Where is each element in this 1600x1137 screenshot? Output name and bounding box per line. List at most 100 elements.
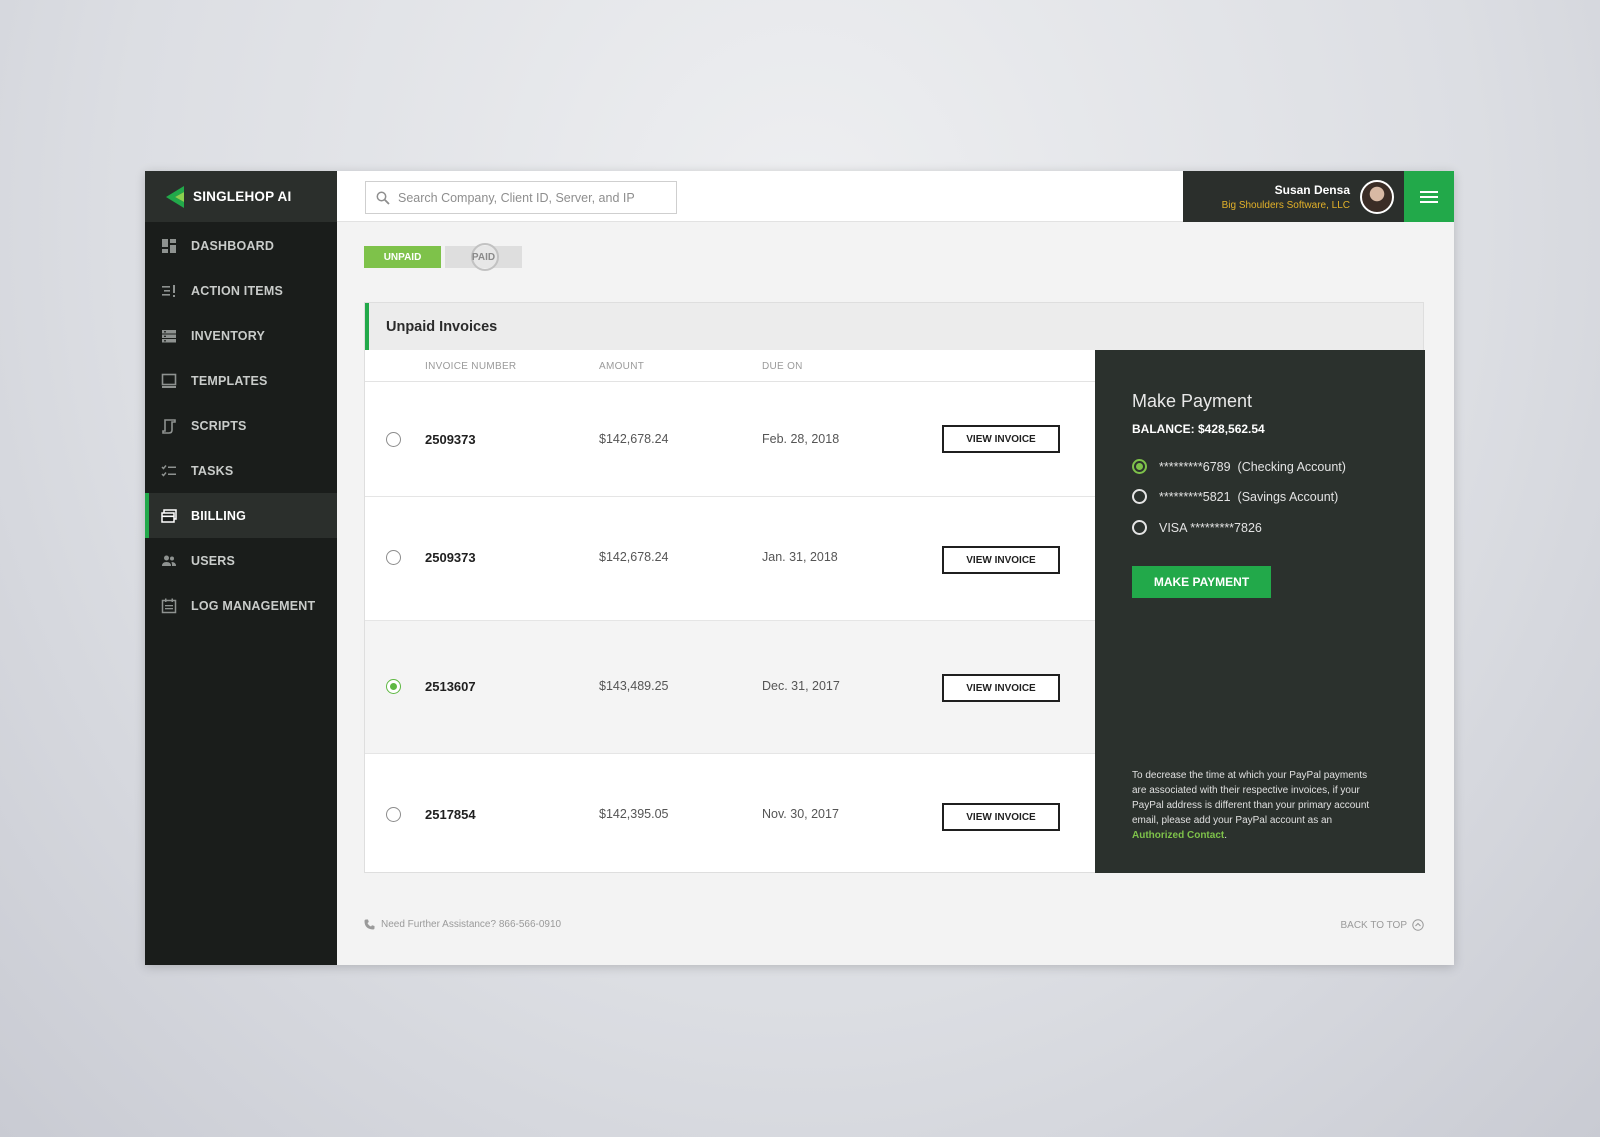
avatar[interactable] (1360, 179, 1394, 214)
payment-option-label: *********5821 (Savings Account) (1159, 489, 1339, 504)
brand-name: SINGLEHOP AI (193, 189, 292, 204)
hamburger-menu-button[interactable] (1404, 171, 1454, 222)
sidebar-item-label: TASKS (191, 463, 234, 478)
tab-paid-label: PAID (471, 251, 496, 263)
user-info: Susan Densa Big Shoulders Software, LLC (1222, 183, 1350, 211)
tasks-icon (161, 463, 177, 479)
invoice-due-date: Jan. 31, 2018 (762, 550, 838, 564)
invoice-amount: $142,395.05 (599, 807, 669, 821)
view-invoice-button[interactable]: VIEW INVOICE (942, 674, 1060, 702)
search-icon (376, 191, 390, 205)
sidebar-item-scripts[interactable]: SCRIPTS (145, 403, 337, 448)
user-profile[interactable]: Susan Densa Big Shoulders Software, LLC (1183, 171, 1404, 222)
inventory-icon (161, 328, 177, 344)
payment-option-visa[interactable]: VISA *********7826 (1132, 520, 1262, 535)
chevron-up-circle-icon (1412, 919, 1424, 931)
table-row[interactable]: 2517854 $142,395.05 Nov. 30, 2017 VIEW I… (365, 754, 1095, 872)
sidebar-item-label: SCRIPTS (191, 418, 247, 433)
paypal-note: To decrease the time at which your PayPa… (1132, 768, 1372, 843)
sidebar-item-label: INVENTORY (191, 328, 266, 343)
billing-icon (161, 508, 177, 524)
view-invoice-button[interactable]: VIEW INVOICE (942, 546, 1060, 574)
row-radio[interactable] (386, 679, 401, 694)
row-radio[interactable] (386, 550, 401, 565)
singlehop-logo-icon (166, 185, 184, 208)
view-invoice-button[interactable]: VIEW INVOICE (942, 425, 1060, 453)
invoice-amount: $143,489.25 (599, 679, 669, 693)
back-to-top-label: BACK TO TOP (1340, 919, 1407, 931)
main-content: Susan Densa Big Shoulders Software, LLC … (337, 171, 1454, 965)
phone-icon (364, 919, 375, 930)
payment-option-label: VISA *********7826 (1159, 520, 1262, 535)
payment-title: Make Payment (1132, 391, 1253, 411)
payment-option-radio[interactable] (1132, 459, 1147, 474)
make-payment-panel: Make Payment BALANCE: $428,562.54 ******… (1095, 350, 1425, 873)
action-items-icon (161, 283, 177, 299)
sidebar-item-log-management[interactable]: LOG MANAGEMENT (145, 583, 337, 628)
templates-icon (161, 373, 177, 389)
row-radio[interactable] (386, 432, 401, 447)
column-header-amount: AMOUNT (599, 361, 645, 372)
sidebar-item-inventory[interactable]: INVENTORY (145, 313, 337, 358)
user-company: Big Shoulders Software, LLC (1221, 199, 1350, 211)
help-line: Need Further Assistance? 866-566-0910 (364, 919, 561, 930)
paypal-note-end: . (1224, 830, 1227, 841)
table-header: INVOICE NUMBER AMOUNT DUE ON (365, 350, 1095, 382)
panel-title: Unpaid Invoices (365, 303, 1423, 350)
sidebar-item-label: TEMPLATES (191, 373, 268, 388)
sidebar-item-templates[interactable]: TEMPLATES (145, 358, 337, 403)
table-row[interactable]: 2509373 $142,678.24 Feb. 28, 2018 VIEW I… (365, 382, 1095, 497)
invoice-number: 2517854 (425, 807, 476, 822)
invoice-status-toggle: UNPAID PAID (364, 243, 522, 271)
tab-paid[interactable]: PAID (445, 243, 522, 271)
invoice-amount: $142,678.24 (599, 550, 669, 564)
user-name: Susan Densa (1274, 182, 1350, 197)
sidebar-item-tasks[interactable]: TASKS (145, 448, 337, 493)
sidebar-nav: DASHBOARD ACTION ITEMS INVENTORY TEMPLAT… (145, 222, 337, 628)
back-to-top-link[interactable]: BACK TO TOP (1340, 919, 1424, 931)
payment-option-checking[interactable]: *********6789 (Checking Account) (1132, 459, 1346, 474)
column-header-due-on: DUE ON (762, 361, 803, 372)
help-text: Need Further Assistance? 866-566-0910 (381, 919, 562, 930)
app-window: SINGLEHOP AI DASHBOARD ACTION ITEMS INVE… (145, 171, 1454, 965)
topbar: Susan Densa Big Shoulders Software, LLC (337, 171, 1454, 222)
authorized-contact-link[interactable]: Authorized Contact (1132, 830, 1224, 841)
invoice-table: INVOICE NUMBER AMOUNT DUE ON 2509373 $14… (365, 350, 1095, 873)
search-input[interactable] (398, 190, 668, 205)
log-management-icon (161, 598, 177, 614)
tab-unpaid[interactable]: UNPAID (364, 246, 441, 268)
payment-balance: BALANCE: $428,562.54 (1132, 422, 1265, 436)
users-icon (161, 553, 177, 569)
make-payment-button[interactable]: MAKE PAYMENT (1132, 566, 1271, 598)
payment-option-radio[interactable] (1132, 520, 1147, 535)
brand[interactable]: SINGLEHOP AI (145, 171, 337, 222)
invoice-number: 2509373 (425, 550, 476, 565)
paypal-note-text: To decrease the time at which your PayPa… (1132, 770, 1370, 826)
invoice-number: 2513607 (425, 679, 476, 694)
sidebar-item-label: BIILLING (191, 508, 247, 523)
unpaid-invoices-panel: Unpaid Invoices INVOICE NUMBER AMOUNT DU… (364, 302, 1425, 873)
sidebar-item-action-items[interactable]: ACTION ITEMS (145, 268, 337, 313)
sidebar-item-dashboard[interactable]: DASHBOARD (145, 223, 337, 268)
dashboard-icon (161, 238, 177, 254)
table-row[interactable]: 2509373 $142,678.24 Jan. 31, 2018 VIEW I… (365, 497, 1095, 621)
sidebar-item-label: LOG MANAGEMENT (191, 598, 316, 613)
view-invoice-button[interactable]: VIEW INVOICE (942, 803, 1060, 831)
column-header-invoice-number: INVOICE NUMBER (425, 361, 517, 372)
payment-option-savings[interactable]: *********5821 (Savings Account) (1132, 489, 1338, 504)
payment-option-radio[interactable] (1132, 489, 1147, 504)
sidebar: SINGLEHOP AI DASHBOARD ACTION ITEMS INVE… (145, 171, 337, 965)
row-radio[interactable] (386, 807, 401, 822)
table-row[interactable]: 2513607 $143,489.25 Dec. 31, 2017 VIEW I… (365, 621, 1095, 754)
search-box[interactable] (365, 181, 677, 214)
sidebar-item-label: USERS (191, 553, 236, 568)
sidebar-item-billing[interactable]: BIILLING (145, 493, 337, 538)
sidebar-item-users[interactable]: USERS (145, 538, 337, 583)
invoice-amount: $142,678.24 (599, 432, 669, 446)
sidebar-item-label: ACTION ITEMS (191, 283, 283, 298)
invoice-due-date: Dec. 31, 2017 (762, 679, 840, 693)
hamburger-icon (1420, 190, 1438, 203)
scripts-icon (161, 418, 177, 434)
invoice-number: 2509373 (425, 432, 476, 447)
payment-option-label: *********6789 (Checking Account) (1159, 459, 1346, 474)
